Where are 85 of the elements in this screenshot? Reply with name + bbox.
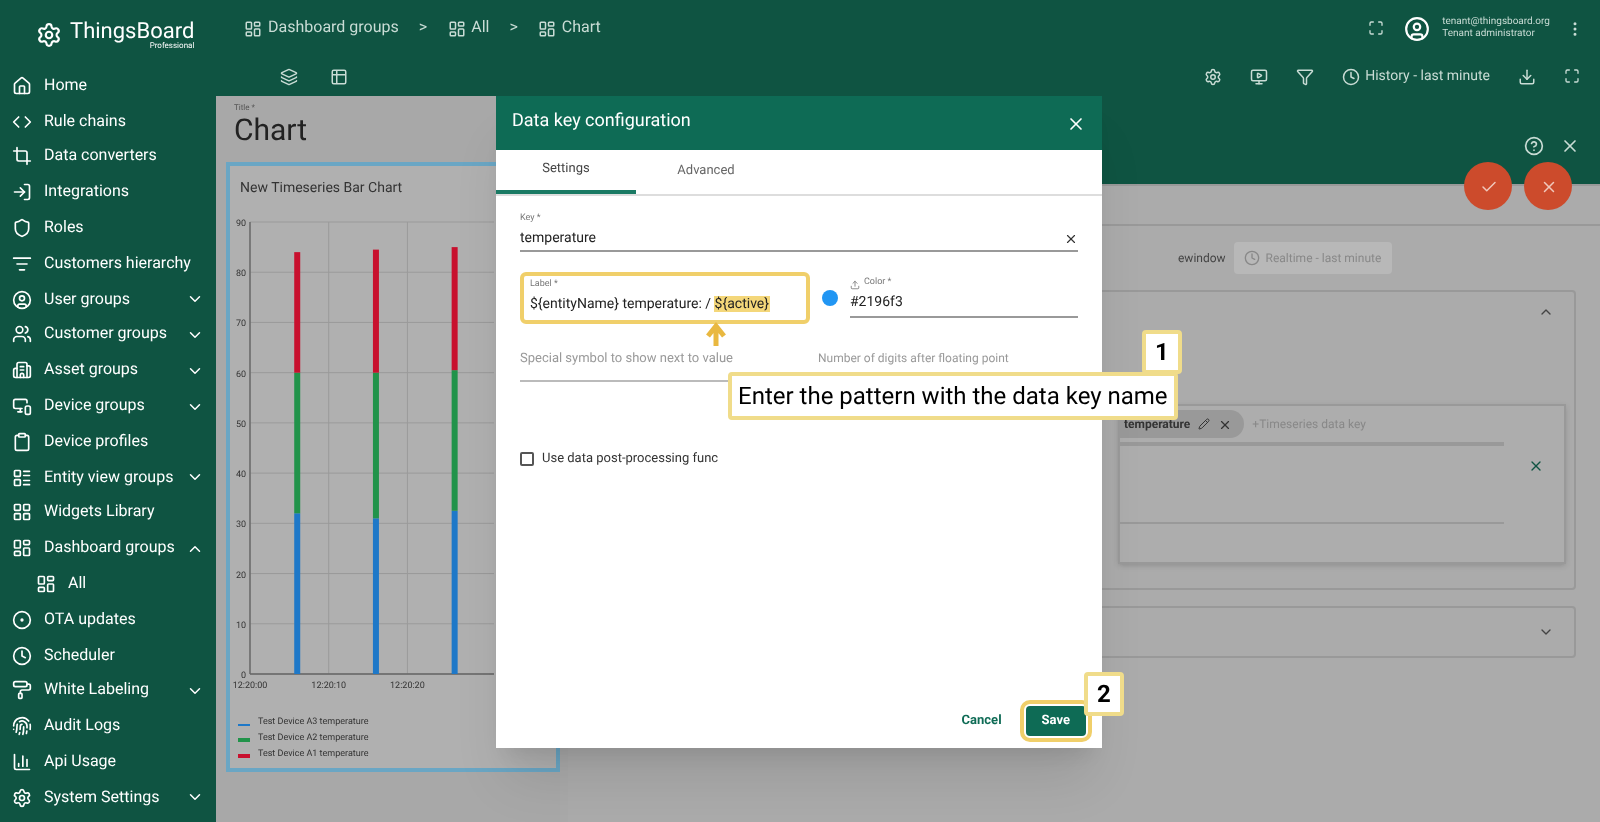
apply-button[interactable]	[1464, 162, 1512, 210]
remove-icon	[1218, 417, 1233, 431]
callout-tooltip: Enter the pattern with the data key name	[728, 372, 1178, 420]
delete-icon[interactable]	[1528, 458, 1544, 474]
monitor-icon[interactable]	[1249, 67, 1268, 85]
sidebar-item[interactable]: OTA updates	[0, 601, 216, 638]
upload-icon	[850, 280, 860, 291]
close-icon	[1539, 177, 1557, 195]
avatar-icon	[1404, 15, 1431, 41]
clock-icon	[1243, 250, 1260, 266]
close-icon[interactable]	[1066, 113, 1086, 133]
sidebar-item[interactable]: Entity view groups	[0, 459, 216, 496]
fingerprint-icon	[12, 716, 32, 737]
breadcrumb[interactable]: Dashboard groups	[244, 16, 399, 40]
dashboard-icon	[12, 538, 32, 559]
callout-badge: 1	[1142, 330, 1182, 374]
sidebar-item[interactable]: User groups	[0, 281, 216, 318]
edit-icon	[1198, 418, 1211, 430]
circle-icon	[12, 609, 32, 630]
color-swatch[interactable]	[822, 289, 838, 306]
help-icon[interactable]	[1524, 136, 1544, 156]
sidebar-item[interactable]: Widgets Library	[0, 495, 216, 531]
clear-icon[interactable]	[1064, 231, 1078, 245]
sidebar-item[interactable]: Customer groups	[0, 317, 216, 353]
login-icon	[12, 182, 32, 203]
sidebar-item[interactable]: System Settings	[0, 779, 216, 816]
chevron-up-icon[interactable]	[1538, 304, 1554, 320]
close-icon[interactable]	[1560, 136, 1580, 156]
roller-icon	[12, 680, 32, 701]
grid-icon	[12, 502, 32, 523]
logo-text: ThingsBoard	[70, 19, 195, 41]
sidebar-item[interactable]: Home	[0, 68, 216, 104]
settings-icon	[12, 787, 32, 808]
logo-icon	[36, 21, 62, 47]
sidebar-item[interactable]: Rule chains	[0, 103, 216, 140]
sidebar-item[interactable]: Dashboard groups	[0, 530, 216, 567]
dashboard-icon	[244, 19, 262, 37]
sidebar-item[interactable]: All	[0, 566, 216, 602]
dialog-title: Data key configuration	[512, 109, 693, 136]
list-icon	[12, 253, 32, 274]
sidebar-item[interactable]: Asset groups	[0, 352, 216, 389]
breadcrumb[interactable]: All	[447, 16, 490, 40]
layers-icon[interactable]	[280, 67, 298, 85]
sidebar-item[interactable]: Device groups	[0, 388, 216, 424]
users-icon	[12, 324, 32, 345]
clipboard-icon	[12, 431, 32, 452]
home-icon	[12, 75, 32, 96]
sidebar-item[interactable]: Audit Logs	[0, 708, 216, 745]
clock-icon	[12, 645, 32, 666]
decline-button[interactable]	[1524, 162, 1572, 210]
sidebar-item[interactable]: Roles	[0, 210, 216, 246]
dashboard-title: Chart	[232, 114, 308, 146]
sidebar-item[interactable]: White Labeling	[0, 673, 216, 709]
filter-icon[interactable]	[1295, 67, 1314, 85]
layout-icon	[12, 467, 32, 488]
callout-badge: 2	[1084, 672, 1124, 716]
sidebar-item[interactable]: Scheduler	[0, 637, 216, 674]
chevron-down-icon	[1538, 624, 1554, 640]
fullscreen-icon[interactable]	[1368, 20, 1385, 36]
download-icon[interactable]	[1518, 67, 1536, 85]
sidebar-item[interactable]: Customers hierarchy	[0, 245, 216, 282]
bar-chart-icon	[12, 752, 32, 773]
shield-icon	[12, 218, 32, 239]
breadcrumb-separator: >	[418, 16, 428, 40]
check-icon	[1479, 177, 1497, 195]
settings-icon[interactable]	[1203, 67, 1222, 85]
code-icon	[12, 111, 32, 132]
sidebar-item[interactable]: Integrations	[0, 174, 216, 211]
building-icon	[12, 360, 32, 381]
breadcrumb[interactable]: Chart	[537, 16, 601, 40]
dashboard-icon	[537, 19, 556, 37]
sidebar-item[interactable]: Data converters	[0, 139, 216, 175]
clock-icon	[1341, 67, 1360, 85]
crop-icon	[12, 146, 32, 167]
sidebar-item[interactable]: Api Usage	[0, 744, 216, 780]
dashboard-icon	[36, 574, 56, 595]
fullscreen-icon[interactable]	[1564, 68, 1580, 84]
checkbox[interactable]	[520, 451, 534, 466]
user-circle-icon	[12, 289, 32, 310]
breadcrumb-separator: >	[509, 16, 518, 40]
table-icon[interactable]	[330, 67, 348, 85]
dashboard-icon	[447, 19, 466, 37]
sidebar-item[interactable]: Device profiles	[0, 423, 216, 460]
monitor-icon	[12, 396, 32, 417]
arrow-icon	[704, 322, 728, 346]
